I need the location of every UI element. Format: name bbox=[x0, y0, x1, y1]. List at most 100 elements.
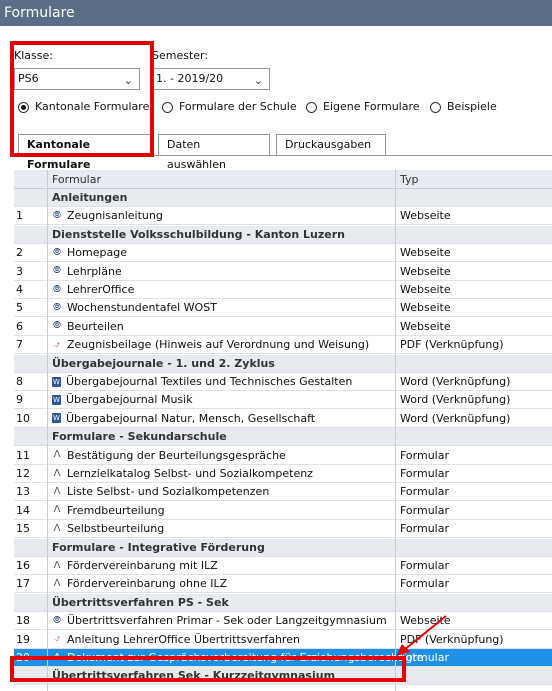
row-number: 1 bbox=[16, 209, 23, 223]
table-row[interactable]: 13 Λ Liste Selbst- und Sozialkompetenzen Fo… bbox=[14, 483, 552, 502]
row-name-text: Formulare - Sekundarschule bbox=[52, 430, 227, 444]
group-row[interactable]: Dienststelle Volksschulbildung - Kanton … bbox=[14, 225, 552, 244]
globe-icon: ⦾ bbox=[53, 246, 61, 258]
table-row[interactable]: 7 ⍻ Zeugnisbeilage (Hinweis auf Verordnung… bbox=[14, 336, 552, 355]
row-type: Formular bbox=[400, 522, 450, 536]
row-number: 8 bbox=[16, 375, 23, 388]
row-type: Word (Verknüpfung) bbox=[400, 375, 511, 388]
row-number: 10 bbox=[16, 411, 30, 425]
radio-label: Eigene Formulare bbox=[323, 100, 420, 113]
row-name-text: Anleitungen bbox=[52, 191, 128, 204]
group-row[interactable]: Formulare - Sekundarschule bbox=[14, 428, 552, 447]
radio-formulare-der-schule[interactable]: Formulare der Schule bbox=[162, 100, 297, 114]
row-name-text: Fördervereinbarung ohne ILZ bbox=[67, 577, 228, 591]
table-row[interactable]: 15 Λ Selbstbeurteilung Formular bbox=[14, 520, 552, 539]
table-row[interactable]: 11 Λ Bestätigung der Beurteilungsgespräche… bbox=[14, 447, 552, 465]
table-row[interactable]: 5 ⦾ Wochenstundentafel WOST Webseite bbox=[14, 299, 552, 318]
row-number: 5 bbox=[16, 301, 23, 315]
row-type: Word (Verknüpfung) bbox=[400, 411, 511, 425]
row-type: Formular bbox=[400, 503, 450, 517]
globe-icon: ⦾ bbox=[53, 283, 61, 295]
row-name-text: Anleitung LehrerOffice Übertrittsverfahr… bbox=[67, 632, 300, 646]
row-name: ⦾ Übertrittsverfahren Primar - Sek oder L… bbox=[52, 614, 387, 627]
table-row[interactable]: 2 ⦾ Homepage Webseite bbox=[14, 244, 552, 263]
group-row[interactable]: Anleitungen bbox=[14, 189, 552, 207]
semester-label: Semester: bbox=[152, 49, 209, 62]
row-type: Webseite bbox=[400, 283, 451, 296]
row-name-text: Übergabejournal Musik bbox=[66, 393, 193, 407]
table-row[interactable]: 8 W Übergabejournal Textiles und Technisch… bbox=[14, 373, 552, 391]
row-name-text: Lernzielkatalog Selbst- und Sozialkompet… bbox=[67, 467, 313, 480]
table-row[interactable]: 19 ⍻ Anleitung LehrerOffice Übertrittsverf… bbox=[14, 631, 552, 649]
row-number: 16 bbox=[16, 559, 30, 572]
row-name-text: Zeugnisbeilage (Hinweis auf Verordnung u… bbox=[67, 338, 370, 352]
table-row[interactable]: 14 Λ Fremdbeurteilung Formular bbox=[14, 502, 552, 520]
table-row[interactable]: 18 ⦾ Übertrittsverfahren Primar - Sek oder… bbox=[14, 612, 552, 631]
semester-value: 1. - 2019/20 bbox=[156, 72, 224, 85]
tab-druckausgaben[interactable]: Druckausgaben bbox=[276, 134, 386, 156]
row-type: Formular bbox=[400, 577, 450, 591]
group-row[interactable]: Formulare - Integrative Förderung bbox=[14, 538, 552, 557]
radio-eigene-formulare[interactable]: Eigene Formulare bbox=[306, 100, 420, 114]
row-type: Formular bbox=[400, 559, 450, 572]
table-row[interactable]: 6 ⦾ Beurteilen Webseite bbox=[14, 318, 552, 336]
row-name: ⦾ Zeugnisanleitung bbox=[52, 209, 163, 222]
row-number: 19 bbox=[16, 632, 30, 646]
row-name: W Übergabejournal Musik bbox=[52, 393, 193, 406]
row-name: Λ Liste Selbst- und Sozialkompetenzen bbox=[52, 485, 270, 499]
table-row[interactable]: 17 Λ Fördervereinbarung ohne ILZ Formular bbox=[14, 575, 552, 594]
row-name-text: Übergabejournale - 1. und 2. Zyklus bbox=[52, 356, 275, 370]
globe-icon: ⦾ bbox=[53, 320, 61, 332]
table-row[interactable]: 16 Λ Fördervereinbarung mit ILZ Formular bbox=[14, 557, 552, 575]
highlight-box-filter bbox=[10, 41, 154, 157]
globe-icon: ⦾ bbox=[53, 301, 61, 313]
word-icon: W bbox=[52, 413, 61, 424]
column-divider bbox=[47, 170, 48, 691]
row-name-text: Selbstbeurteilung bbox=[67, 522, 165, 536]
table-row[interactable]: 1 ⦾ Zeugnisanleitung Webseite bbox=[14, 207, 552, 226]
row-name-text: Beurteilen bbox=[67, 319, 124, 333]
radio-label: Formulare der Schule bbox=[179, 100, 297, 113]
row-name-text: Fördervereinbarung mit ILZ bbox=[67, 559, 218, 572]
group-row[interactable]: Übergabejournale - 1. und 2. Zyklus bbox=[14, 354, 552, 373]
row-type: PDF (Verknüpfung) bbox=[400, 338, 504, 352]
semester-select[interactable]: 1. - 2019/20 ⌄ bbox=[152, 68, 270, 90]
table-row[interactable]: 12 Λ Lernzielkatalog Selbst- und Sozialkom… bbox=[14, 465, 552, 483]
radio-beispiele[interactable]: Beispiele bbox=[430, 100, 497, 114]
column-header-formular[interactable]: Formular bbox=[52, 173, 101, 186]
row-name-text: Übergabejournal Natur, Mensch, Gesellsch… bbox=[66, 411, 316, 425]
row-name-text: Liste Selbst- und Sozialkompetenzen bbox=[67, 485, 270, 499]
row-name: ⍻ Zeugnisbeilage (Hinweis auf Verordnung … bbox=[52, 338, 369, 351]
row-name-text: Homepage bbox=[67, 246, 127, 260]
row-name-text: Formulare - Integrative Förderung bbox=[52, 540, 265, 554]
column-header-typ[interactable]: Typ bbox=[400, 173, 419, 186]
table-row[interactable]: 9 W Übergabejournal Musik Word (Verknüpfung… bbox=[14, 391, 552, 410]
row-number: 18 bbox=[16, 614, 30, 628]
row-type: Formular bbox=[400, 448, 450, 462]
table-row[interactable]: 3 ⦾ Lehrpläne Webseite bbox=[14, 263, 552, 281]
word-icon: W bbox=[52, 394, 61, 405]
row-name: Formulare - Sekundarschule bbox=[52, 430, 227, 443]
form-icon: Λ bbox=[53, 559, 61, 571]
radio-unchecked-icon bbox=[306, 101, 317, 113]
row-number: 12 bbox=[16, 467, 30, 480]
row-name: Λ Selbstbeurteilung bbox=[52, 522, 165, 536]
row-name: Λ Lernzielkatalog Selbst- und Sozialkompe… bbox=[52, 467, 313, 480]
row-type: Webseite bbox=[400, 319, 451, 333]
group-row[interactable]: Übertrittsverfahren PS - Sek bbox=[14, 593, 552, 612]
row-name: Λ Fördervereinbarung mit ILZ bbox=[52, 559, 218, 572]
table-row[interactable]: 10 W Übergabejournal Natur, Mensch, Gesell… bbox=[14, 410, 552, 428]
window-title: Formulare bbox=[0, 0, 552, 26]
pdf-icon: ⍻ bbox=[54, 338, 60, 350]
table-row[interactable]: 4 ⦾ LehrerOffice Webseite bbox=[14, 281, 552, 299]
tab-daten-auswaehlen[interactable]: Daten auswählen bbox=[158, 134, 270, 171]
row-name: Λ Fremdbeurteilung bbox=[52, 504, 165, 517]
row-name: ⦾ Homepage bbox=[52, 246, 127, 259]
pdf-icon: ⍻ bbox=[54, 633, 60, 645]
row-name-text: Fremdbeurteilung bbox=[67, 503, 165, 517]
globe-icon: ⦾ bbox=[53, 265, 61, 277]
row-name: Übertrittsverfahren PS - Sek bbox=[52, 596, 229, 609]
row-type: Formular bbox=[400, 467, 450, 480]
form-icon: Λ bbox=[53, 522, 61, 534]
row-number: 14 bbox=[16, 503, 30, 517]
